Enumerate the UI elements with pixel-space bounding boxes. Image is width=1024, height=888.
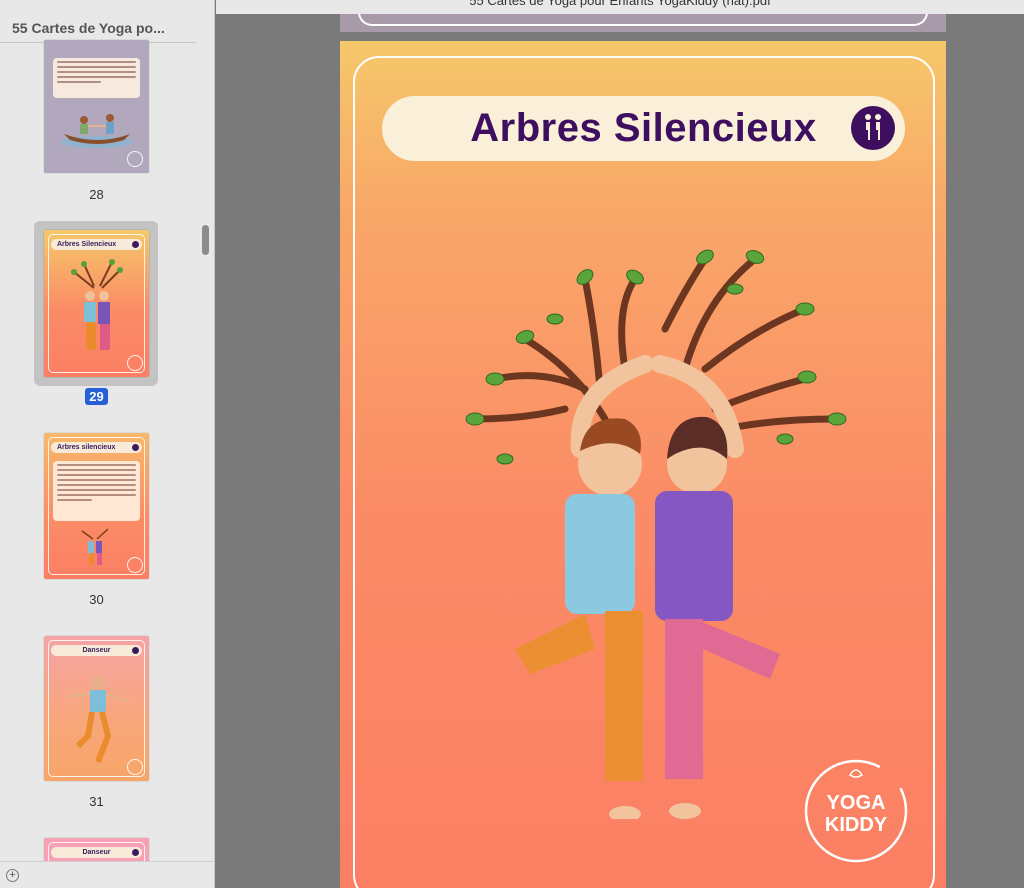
thumbnail-title: Danseur <box>51 847 142 858</box>
page-number-31: 31 <box>89 794 104 809</box>
page-thumbnail-31[interactable]: Danseur <box>44 636 149 781</box>
thumbnail-title: Danseur <box>51 645 142 656</box>
thumbnail-boat-illustration <box>61 114 133 148</box>
logo-text-line-2: KIDDY <box>825 814 888 836</box>
document-title: 55 Cartes de Yoga pour Enfants YogaKiddy… <box>469 0 771 8</box>
previous-page-edge <box>340 14 946 32</box>
thumbnail-title-text: Danseur <box>82 647 111 654</box>
thumbnail-title-text: Arbres Silencieux <box>57 241 117 248</box>
card-title-banner: Arbres Silencieux <box>382 96 905 161</box>
sidebar-title: 55 Cartes de Yoga po... <box>12 20 165 36</box>
page-number-30: 30 <box>89 592 104 607</box>
sidebar-scrollbar[interactable] <box>202 225 209 255</box>
page-number-29: 29 <box>44 388 149 405</box>
card-title: Arbres Silencieux <box>470 106 817 150</box>
window-titlebar: 55 Cartes de Yoga pour Enfants YogaKiddy… <box>216 0 1024 14</box>
thumbnail-title: Arbres silencieux <box>51 442 142 453</box>
page-number-label: 29 <box>85 388 108 405</box>
yogakiddy-logo: YOGA KIDDY <box>802 757 910 865</box>
thumbnail-small-tree <box>81 528 109 565</box>
page-thumbnail-28[interactable] <box>44 40 149 173</box>
sidebar-footer: + <box>0 861 214 888</box>
thumbnail-logo <box>127 355 143 371</box>
thumbnail-dancer-illustration <box>67 675 131 764</box>
page-thumbnail-29[interactable]: Arbres Silencieux <box>44 230 149 377</box>
tree-pose-children-illustration <box>465 249 847 819</box>
page-number-28: 28 <box>89 187 104 202</box>
thumbnail-title-text: Arbres silencieux <box>57 444 116 451</box>
thumbnail-text-block <box>53 58 140 98</box>
thumbnail-tree-illustration <box>71 259 123 350</box>
thumbnail-logo <box>127 557 143 573</box>
thumbnail-title-text: Danseur <box>82 849 111 856</box>
thumbnail-logo <box>127 151 143 167</box>
add-icon[interactable]: + <box>6 869 19 882</box>
pdf-page: Arbres Silencieux YOGA KIDDY <box>340 41 946 888</box>
page-thumbnail-30[interactable]: Arbres silencieux <box>44 433 149 579</box>
thumbnail-title: Arbres Silencieux <box>51 239 142 250</box>
logo-text-line-1: YOGA <box>827 792 886 814</box>
pair-figures-icon <box>851 106 895 150</box>
thumbnail-text-block <box>53 461 140 521</box>
document-viewer[interactable]: 55 Cartes de Yoga pour Enfants YogaKiddy… <box>216 0 1024 888</box>
thumbnail-sidebar[interactable]: 55 Cartes de Yoga po... 28 Arbres Silenc… <box>0 0 215 888</box>
thumbnail-logo <box>127 759 143 775</box>
